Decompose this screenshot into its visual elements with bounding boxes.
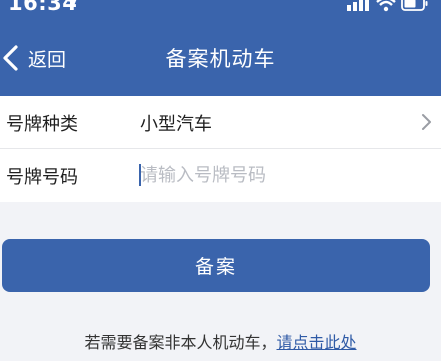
status-bar: 16:34 (0, 0, 441, 20)
text-caret (139, 164, 141, 186)
wifi-icon (376, 0, 396, 12)
plate-number-row: 号牌号码 (0, 149, 441, 201)
chevron-right-icon (422, 114, 431, 130)
register-button[interactable]: 备案 (2, 239, 430, 292)
vehicle-form: 号牌种类 小型汽车 号牌号码 (0, 96, 441, 202)
plate-type-value: 小型汽车 (140, 114, 212, 135)
battery-icon (401, 0, 428, 11)
status-icons (347, 0, 428, 12)
nav-bar: 返回 备案机动车 (0, 20, 441, 96)
plate-number-label: 号牌号码 (6, 167, 78, 188)
cellular-signal-icon (347, 0, 369, 11)
plate-number-input[interactable] (138, 160, 420, 190)
footer-hint-text: 若需要备案非本人机动车， (84, 333, 277, 352)
location-arrow-icon (66, 0, 77, 8)
plate-type-label: 号牌种类 (6, 114, 78, 135)
plate-type-row[interactable]: 号牌种类 小型汽车 (0, 96, 441, 149)
click-here-link[interactable]: 请点击此处 (277, 333, 357, 352)
footer-hint: 若需要备案非本人机动车，请点击此处 (0, 329, 441, 353)
page-title: 备案机动车 (165, 47, 276, 71)
